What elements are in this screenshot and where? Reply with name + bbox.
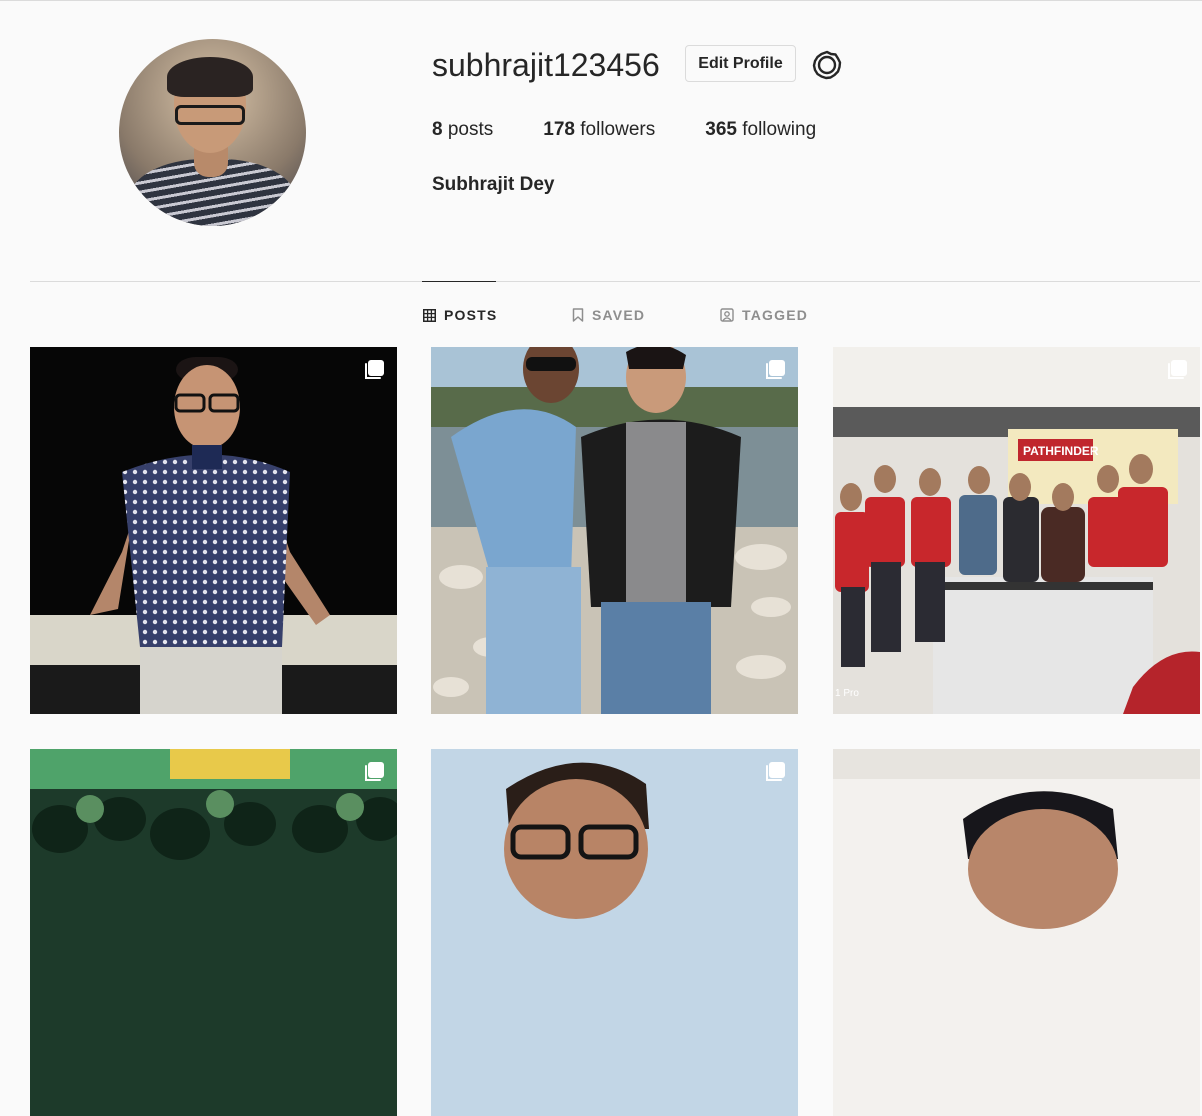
bookmark-icon bbox=[572, 308, 584, 322]
post-photo: PATHFINDER 1 Pro bbox=[833, 347, 1200, 714]
posts-count: 8 bbox=[432, 119, 443, 140]
tagged-user-icon bbox=[720, 308, 734, 322]
post-photo bbox=[30, 749, 397, 1116]
settings-gear-icon[interactable] bbox=[811, 49, 843, 81]
tab-saved-label: SAVED bbox=[592, 307, 646, 323]
post-photo bbox=[30, 347, 397, 714]
following-stat[interactable]: 365 following bbox=[705, 118, 816, 142]
followers-label: followers bbox=[580, 119, 656, 140]
post-thumbnail[interactable] bbox=[30, 347, 397, 714]
profile-full-name: Subhrajit Dey bbox=[432, 174, 555, 195]
tab-tagged-label: TAGGED bbox=[742, 307, 809, 323]
post-thumbnail[interactable] bbox=[833, 749, 1200, 1116]
post-thumbnail[interactable] bbox=[431, 749, 798, 1116]
post-thumbnail[interactable]: PATHFINDER 1 Pro bbox=[833, 347, 1200, 714]
followers-count: 178 bbox=[543, 119, 575, 140]
post-thumbnail[interactable] bbox=[431, 347, 798, 714]
multiple-photos-icon bbox=[766, 360, 785, 379]
tabs-divider bbox=[30, 281, 1200, 282]
banner-title: PATHFINDER bbox=[1023, 444, 1099, 458]
multiple-photos-icon bbox=[1168, 360, 1187, 379]
following-label: following bbox=[742, 119, 817, 140]
multiple-photos-icon bbox=[365, 360, 384, 379]
top-border bbox=[0, 0, 1202, 1]
following-count: 365 bbox=[705, 119, 737, 140]
profile-avatar[interactable] bbox=[119, 39, 306, 226]
tab-posts-label: POSTS bbox=[444, 307, 498, 323]
post-photo bbox=[431, 749, 798, 1116]
followers-stat[interactable]: 178 followers bbox=[543, 118, 655, 142]
post-photo bbox=[431, 347, 798, 714]
tab-posts[interactable]: POSTS bbox=[423, 305, 497, 325]
multiple-photos-icon bbox=[766, 762, 785, 781]
tab-tagged[interactable]: TAGGED bbox=[720, 305, 808, 325]
post-photo bbox=[833, 749, 1200, 1116]
tab-saved[interactable]: SAVED bbox=[572, 305, 645, 325]
profile-stats: 8 posts 178 followers 365 following bbox=[432, 118, 866, 142]
post-thumbnail[interactable] bbox=[30, 749, 397, 1116]
posts-stat: 8 posts bbox=[432, 118, 493, 142]
grid-icon bbox=[423, 308, 436, 322]
posts-label: posts bbox=[447, 119, 494, 140]
profile-username: subhrajit123456 bbox=[432, 47, 660, 83]
edit-profile-button[interactable]: Edit Profile bbox=[685, 45, 796, 82]
photo-watermark: 1 Pro bbox=[835, 688, 859, 699]
avatar-hair bbox=[167, 57, 253, 97]
avatar-glasses bbox=[175, 105, 245, 125]
multiple-photos-icon bbox=[365, 762, 384, 781]
active-tab-indicator bbox=[422, 281, 496, 282]
